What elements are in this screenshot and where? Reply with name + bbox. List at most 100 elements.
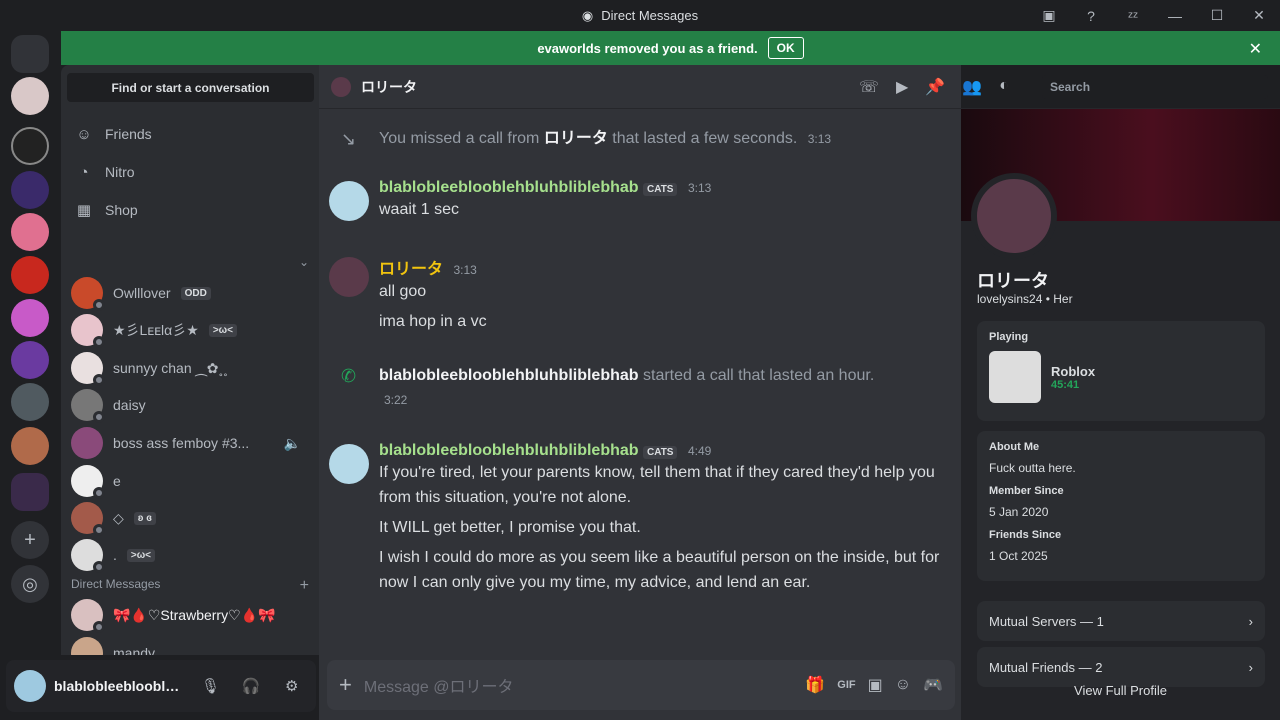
pin-icon[interactable]: 📌 (925, 77, 945, 97)
mutual-servers-row[interactable]: Mutual Servers — 1 › (977, 601, 1265, 641)
server-icon[interactable] (11, 427, 49, 465)
discord-icon: ◉ (581, 7, 594, 23)
server-icon[interactable] (11, 171, 49, 209)
avatar (71, 637, 103, 655)
sleep-icon[interactable]: ᶻᶻ (1112, 0, 1154, 31)
banner-text: evaworlds removed you as a friend. (537, 40, 758, 56)
collapse-chevron[interactable]: ⌄ (71, 255, 309, 269)
current-username[interactable]: blablobleeblooblehbluhbliblebhab (54, 678, 186, 694)
profile-display-name: ロリータ (977, 271, 1049, 291)
message-author[interactable]: blablobleeblooblehbluhbliblebhab (379, 442, 639, 459)
microphone-icon[interactable]: 🎙 (194, 669, 227, 703)
dm-item[interactable]: sunnyy chan ⁔✿˳˳ (71, 350, 311, 386)
friend-removed-banner: evaworlds removed you as a friend. OK ✕ (61, 31, 1280, 65)
nav-nitro[interactable]: ◔ Nitro (69, 155, 311, 189)
settings-gear-icon[interactable]: ⚙ (275, 669, 308, 703)
message: blablobleeblooblehbluhbliblebhab CATS 3:… (329, 179, 949, 222)
add-friends-icon[interactable]: 👥 (962, 77, 982, 97)
dm-item[interactable]: Owlllover ODD (71, 275, 311, 311)
avatar[interactable] (14, 670, 46, 702)
home-button[interactable] (11, 35, 49, 73)
server-icon[interactable] (11, 256, 49, 294)
video-call-icon[interactable]: ▶ (896, 77, 908, 97)
discover-icon[interactable]: ◎ (11, 565, 49, 603)
view-full-profile-button[interactable]: View Full Profile (961, 683, 1280, 698)
profile-avatar[interactable] (971, 173, 1057, 259)
about-card: About Me Fuck outta here. Member Since 5… (977, 431, 1265, 581)
server-icon[interactable] (11, 77, 49, 115)
server-folder[interactable] (11, 473, 49, 511)
headphones-icon[interactable]: 🎧 (235, 669, 268, 703)
dm-item[interactable]: mandy (71, 635, 311, 655)
chevron-right-icon: › (1248, 613, 1253, 629)
create-dm-icon[interactable]: + (300, 577, 309, 595)
missed-call-message: ↘ You missed a call from ロリータ that laste… (341, 129, 832, 149)
user-profile-panel: ロリータ lovelysins24 • Her Playing Roblox 4… (961, 109, 1280, 720)
profile-username: lovelysins24 • Her (977, 292, 1073, 306)
roblox-icon (989, 351, 1041, 403)
close-window-button[interactable]: ✕ (1238, 0, 1280, 31)
avatar (71, 465, 105, 499)
call-icon: ✆ (341, 366, 357, 386)
nav-shop[interactable]: ▦ Shop (69, 193, 311, 227)
activity-card: Playing Roblox 45:41 (977, 321, 1265, 421)
chevron-down-icon[interactable]: ⌄ (299, 255, 309, 269)
message-author[interactable]: ロリータ (379, 261, 443, 278)
message-input[interactable]: Message @ロリータ (364, 673, 793, 697)
title-bar: ◉ Direct Messages ▣ ? ᶻᶻ — ☐ ✕ (0, 0, 1280, 31)
mutual-friends-row[interactable]: Mutual Friends — 2 › (977, 647, 1265, 687)
server-icon[interactable] (11, 299, 49, 337)
chat-header: ロリータ ☏ ▶ 📌 👥 ◐ Search (319, 65, 1280, 109)
window-title: ◉ Direct Messages (581, 7, 699, 24)
avatar (71, 352, 105, 386)
dm-item[interactable]: 🎀🩸♡Strawberry♡🩸🎀 (71, 597, 311, 633)
message-composer[interactable]: + Message @ロリータ 🎁 GIF ▣ ☺ 🎮 (327, 660, 955, 710)
gift-icon[interactable]: 🎁 (805, 675, 825, 695)
voice-call-icon[interactable]: ☏ (859, 77, 879, 97)
friends-icon: ☺ (76, 125, 92, 143)
find-conversation-button[interactable]: Find or start a conversation (67, 73, 314, 102)
sticker-icon[interactable]: ▣ (868, 675, 883, 695)
server-icon[interactable] (11, 383, 49, 421)
help-icon[interactable]: ? (1070, 0, 1112, 31)
maximize-button[interactable]: ☐ (1196, 0, 1238, 31)
dm-item[interactable]: daisy (71, 387, 311, 423)
search-input[interactable]: Search (1042, 75, 1268, 99)
gif-icon[interactable]: GIF (837, 679, 855, 691)
chat-title: ロリータ (361, 78, 417, 95)
activities-icon[interactable]: 🎮 (923, 675, 943, 695)
message: ロリータ 3:13 all goo ima hop in a vc (329, 255, 949, 334)
server-icon[interactable] (11, 213, 49, 251)
avatar (71, 539, 105, 573)
server-icon[interactable] (11, 127, 49, 165)
banner-close-icon[interactable]: ✕ (1249, 39, 1262, 59)
avatar (71, 502, 105, 536)
chevron-right-icon: › (1248, 659, 1253, 675)
add-server-icon[interactable]: + (11, 521, 49, 559)
nav-friends[interactable]: ☺ Friends (69, 117, 311, 151)
shop-icon: ▦ (76, 202, 92, 219)
dm-item[interactable]: ★彡Lᴇᴇlα彡★ >ω< (71, 312, 311, 348)
avatar (71, 427, 103, 459)
dm-item[interactable]: e (71, 463, 311, 499)
avatar[interactable] (329, 444, 369, 484)
message-author[interactable]: blablobleeblooblehbluhbliblebhab (379, 179, 639, 196)
profile-toggle-icon[interactable]: ◐ (999, 77, 1009, 97)
dm-item[interactable]: ◇ ʚ ɞ (71, 500, 311, 536)
server-icon[interactable] (11, 341, 49, 379)
avatar (71, 599, 105, 633)
dm-item[interactable]: . >ω< (71, 537, 311, 573)
avatar (71, 277, 105, 311)
banner-ok-button[interactable]: OK (767, 37, 804, 59)
avatar[interactable] (329, 181, 369, 221)
nitro-icon: ◔ (79, 163, 89, 181)
attach-plus-icon[interactable]: + (339, 672, 352, 698)
avatar[interactable] (329, 257, 369, 297)
emoji-icon[interactable]: ☺ (895, 676, 911, 694)
minimize-button[interactable]: — (1154, 0, 1196, 31)
dm-item[interactable]: boss ass femboy #3... 🔈 (71, 425, 311, 461)
inbox-icon[interactable]: ▣ (1028, 0, 1070, 31)
speaker-icon: 🔈 (283, 434, 301, 451)
user-panel: blablobleeblooblehbluhbliblebhab 🎙 🎧 ⚙ (6, 660, 316, 712)
avatar (71, 389, 105, 423)
